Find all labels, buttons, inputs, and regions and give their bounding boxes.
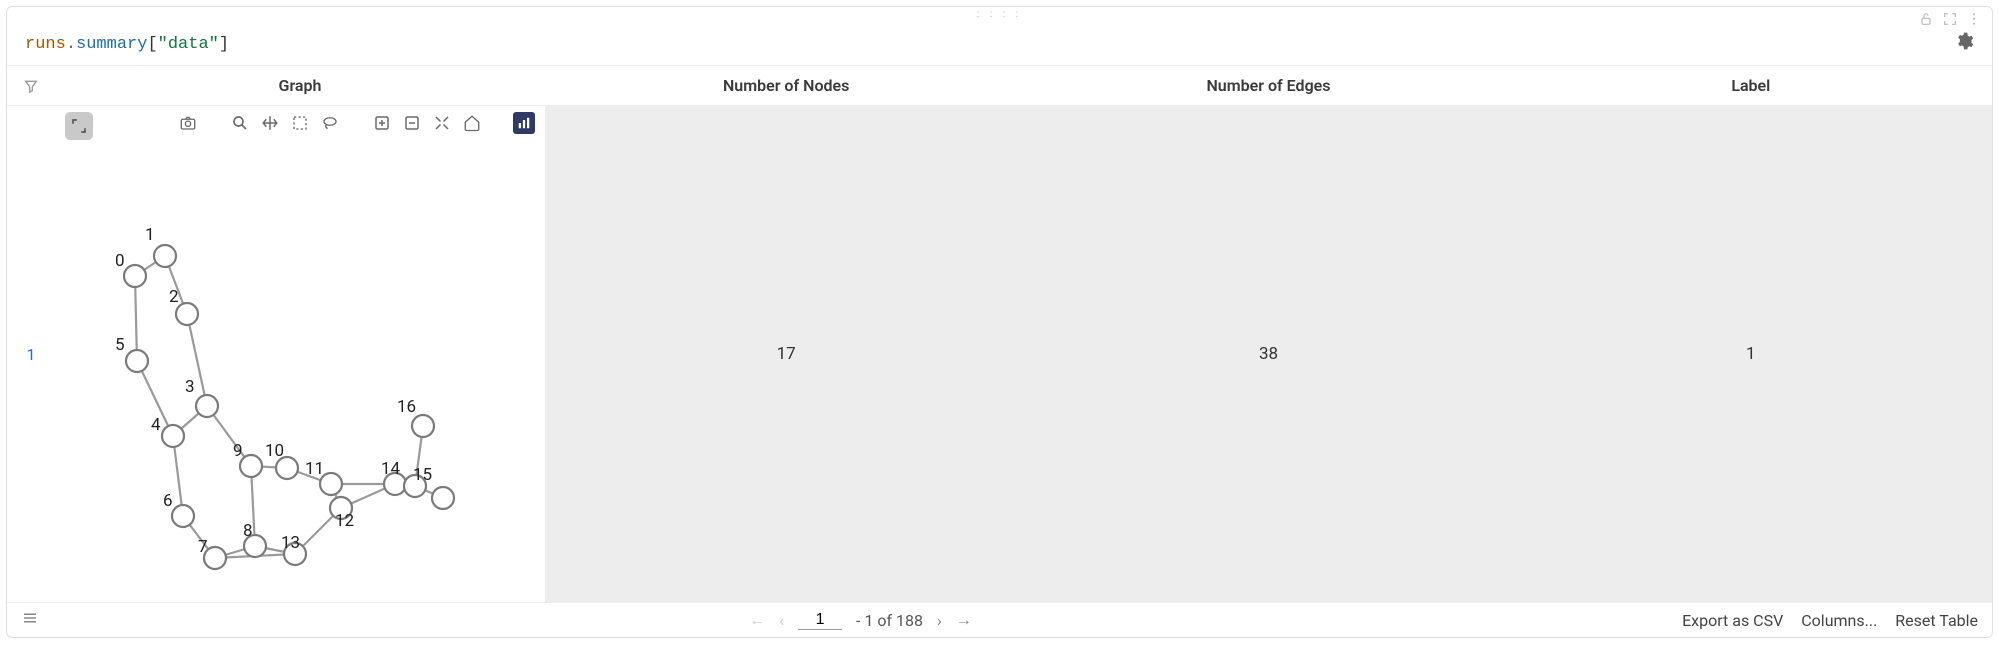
columns-button[interactable]: Columns... <box>1801 611 1877 630</box>
footer-actions: Export as CSV Columns... Reset Table <box>1682 611 1978 630</box>
plotly-toolbar <box>177 112 535 134</box>
export-csv-button[interactable]: Export as CSV <box>1682 611 1783 630</box>
more-vert-icon[interactable] <box>1966 11 1982 27</box>
svg-text:11: 11 <box>305 459 324 479</box>
row-index[interactable]: 1 <box>7 106 55 602</box>
page-first-icon[interactable]: ← <box>749 610 765 630</box>
pagination: ← ‹ - 1 of 188 › → <box>39 610 1682 630</box>
drag-handle[interactable]: : : : : <box>7 7 1992 21</box>
cell-edges: 38 <box>1027 106 1509 602</box>
table-area: Graph Number of Nodes Number of Edges La… <box>7 66 1992 637</box>
graph-nodes: 0 1 2 3 4 5 6 7 8 9 10 1 <box>115 225 454 569</box>
svg-text:8: 8 <box>243 521 253 541</box>
cell-graph: 0 1 2 3 4 5 6 7 8 9 10 1 <box>55 106 545 602</box>
cell-nodes: 17 <box>545 106 1027 602</box>
graph-svg: 0 1 2 3 4 5 6 7 8 9 10 1 <box>55 106 545 576</box>
column-header-edges[interactable]: Number of Edges <box>1027 66 1509 105</box>
svg-text:15: 15 <box>413 465 432 485</box>
zoom-out-icon[interactable] <box>401 112 423 134</box>
panel-top-icons <box>1918 11 1982 27</box>
svg-text:0: 0 <box>115 251 125 271</box>
plotly-logo-icon[interactable] <box>513 112 535 134</box>
pan-icon[interactable] <box>259 112 281 134</box>
token-bracket-close: ] <box>219 35 229 54</box>
fullscreen-icon[interactable] <box>1942 11 1958 27</box>
token-bracket-open: [ <box>147 35 157 54</box>
svg-text:10: 10 <box>265 441 284 461</box>
page-prev-icon[interactable]: ‹ <box>779 611 784 630</box>
column-header-label[interactable]: Label <box>1510 66 1992 105</box>
gear-icon[interactable] <box>1954 31 1974 57</box>
table-row: 1 <box>7 106 1992 602</box>
table-footer: ← ‹ - 1 of 188 › → Export as CSV Columns… <box>7 602 1992 637</box>
column-header-nodes[interactable]: Number of Nodes <box>545 66 1027 105</box>
filter-header[interactable] <box>7 66 55 105</box>
svg-text:12: 12 <box>335 511 354 531</box>
box-select-icon[interactable] <box>289 112 311 134</box>
page-input[interactable] <box>798 611 842 630</box>
lock-open-icon[interactable] <box>1918 11 1934 27</box>
svg-text:3: 3 <box>185 377 195 397</box>
expression-code[interactable]: runs.summary["data"] <box>25 35 229 54</box>
svg-text:9: 9 <box>233 441 243 461</box>
zoom-icon[interactable] <box>229 112 251 134</box>
reset-axes-icon[interactable] <box>461 112 483 134</box>
rows-menu-icon[interactable] <box>21 609 39 631</box>
weave-panel: : : : : runs.summary["data"] Graph Numb <box>6 6 1993 638</box>
svg-text:7: 7 <box>198 537 208 557</box>
table-header-row: Graph Number of Nodes Number of Edges La… <box>7 66 1992 106</box>
token-runs: runs <box>25 35 66 54</box>
column-header-graph[interactable]: Graph <box>55 66 545 105</box>
svg-text:6: 6 <box>163 491 173 511</box>
svg-text:5: 5 <box>115 335 125 355</box>
token-string: "data" <box>158 35 219 54</box>
autoscale-icon[interactable] <box>431 112 453 134</box>
svg-text:4: 4 <box>151 415 161 435</box>
page-next-icon[interactable]: › <box>937 611 942 630</box>
page-last-icon[interactable]: → <box>956 610 972 630</box>
svg-text:16: 16 <box>397 397 416 417</box>
zoom-in-icon[interactable] <box>371 112 393 134</box>
expand-cell-button[interactable] <box>65 112 93 140</box>
expression-bar: runs.summary["data"] <box>7 21 1992 66</box>
svg-text:2: 2 <box>169 287 179 307</box>
filter-icon <box>23 78 39 94</box>
svg-text:1: 1 <box>145 225 155 245</box>
lasso-select-icon[interactable] <box>319 112 341 134</box>
reset-table-button[interactable]: Reset Table <box>1895 611 1978 630</box>
graph-plot[interactable]: 0 1 2 3 4 5 6 7 8 9 10 1 <box>55 106 545 602</box>
cell-label: 1 <box>1510 106 1992 602</box>
page-of-label: - 1 of 188 <box>856 611 923 630</box>
token-dot: . <box>66 35 76 54</box>
svg-text:14: 14 <box>381 459 401 479</box>
table-body: 1 <box>7 106 1992 602</box>
svg-text:13: 13 <box>281 533 300 553</box>
camera-icon[interactable] <box>177 112 199 134</box>
token-summary: summary <box>76 35 147 54</box>
